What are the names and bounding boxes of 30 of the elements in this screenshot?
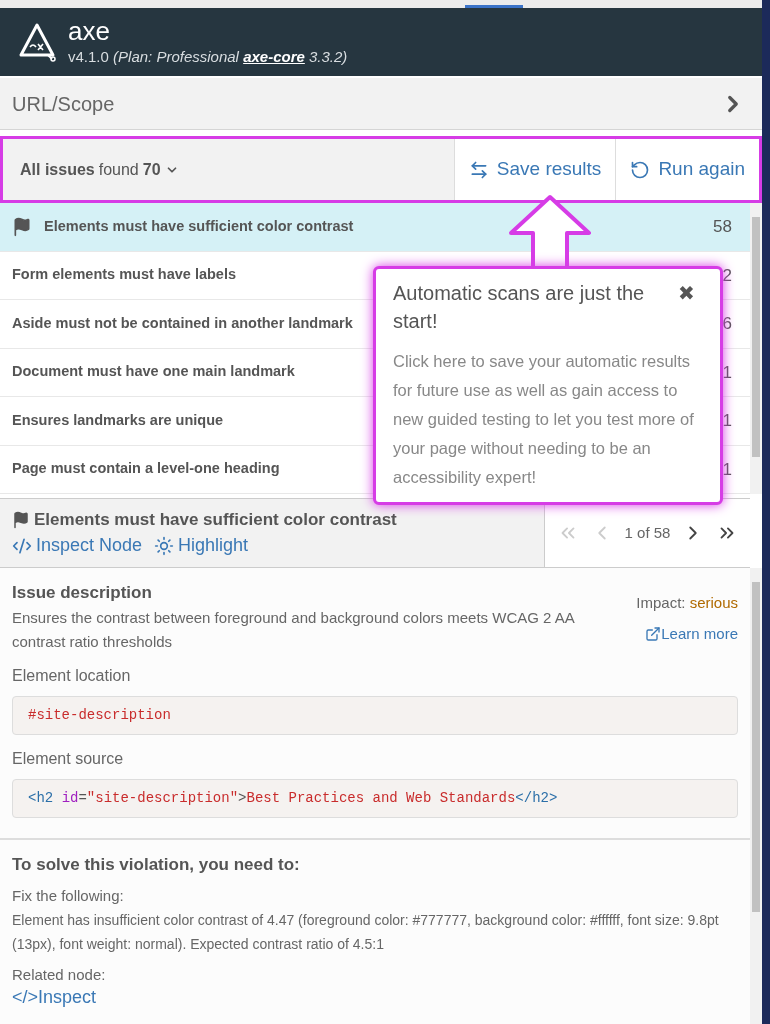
field-label: Element source: [12, 748, 125, 769]
issue-count: 1: [722, 458, 732, 481]
location-code: #site-description: [28, 705, 171, 725]
fix-text: Element has insufficient color contrast of 4.47 (foreground color: #777777, background color: #ffffff, font size: 9.8pt (13px), font weight: normal). Expected contrast ratio of 4.5:1: [12, 910, 720, 954]
pager-text: 1 of 58: [624, 522, 671, 543]
issue-count: 6: [722, 313, 732, 335]
fix-label: Fix the following:: [12, 886, 125, 906]
related-node-label: Related node:: [12, 964, 107, 985]
detail-title: Elements must have sufficient color contrast: [34, 508, 397, 531]
issue-count: 58: [713, 216, 732, 238]
issue-title: Form elements must have labels: [12, 265, 237, 285]
issue-count: 1: [722, 361, 732, 384]
issue-title: Document must have one main landmark: [12, 362, 295, 382]
field-label: Element location: [12, 665, 132, 686]
version-text: v4.1.0 (Plan: Professional axe-core 3.3.2): [68, 46, 348, 67]
issue-count: 2: [722, 264, 732, 287]
section-heading: To solve this violation, you need to:: [12, 853, 301, 876]
section-heading: Issue description: [12, 582, 153, 604]
popover-text: Click here to save your automatic results for future use as well as gain access to new guided testing to let you test more of your page without needing to be an accessibility expert!: [393, 351, 695, 488]
issue-title: Page must contain a level-one heading: [12, 459, 280, 479]
app-title: axe: [68, 15, 111, 46]
popover-title: Automatic scans are just the start!: [393, 281, 646, 334]
source-code: <h2 id="site-description">Best Practices and Web Standards</h2>: [28, 788, 558, 808]
scope-label: URL/Scope: [12, 91, 115, 117]
description-text: Ensures the contrast between foreground and background colors meets WCAG 2 AA contrast ratio thresholds: [12, 607, 576, 652]
impact-text: Impact: serious: [636, 593, 738, 613]
issue-title: Elements must have sufficient color contrast: [44, 216, 354, 236]
issue-title: Aside must not be contained in another landmark: [12, 313, 353, 333]
issue-title: Ensures landmarks are unique: [12, 410, 224, 430]
issue-count: 1: [722, 410, 732, 432]
